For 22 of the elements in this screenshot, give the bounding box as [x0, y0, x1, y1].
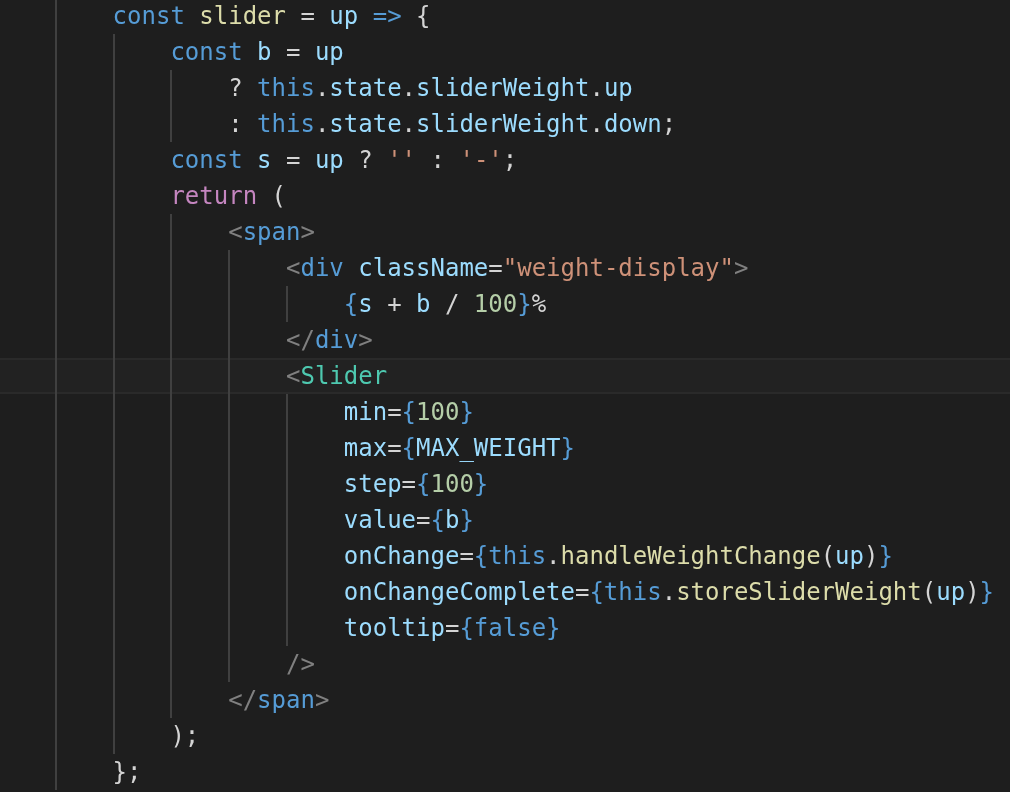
- code-line: <Slider: [286, 361, 388, 392]
- code-line: step={100}: [343, 469, 489, 500]
- code-line: return (: [170, 181, 286, 212]
- code-line: <div className="weight-display">: [286, 253, 749, 284]
- code-line: );: [170, 721, 200, 752]
- code-line: <span>: [228, 217, 315, 248]
- code-line: </span>: [228, 685, 330, 716]
- code-line: onChange={this.handleWeightChange(up)}: [343, 541, 893, 572]
- code-line: </div>: [286, 325, 373, 356]
- code-line: ? this.state.sliderWeight.up: [228, 73, 633, 104]
- code-line: const s = up ? '' : '-';: [170, 145, 518, 176]
- code-line: const b = up: [170, 37, 344, 68]
- code-line: : this.state.sliderWeight.down;: [228, 109, 677, 140]
- code-line: value={b}: [343, 505, 474, 536]
- code-line: min={100}: [343, 397, 474, 428]
- code-line: };: [112, 757, 142, 788]
- code-line: const slider = up => {: [112, 1, 431, 32]
- code-line: {s + b / 100}%: [343, 289, 547, 320]
- code-line: max={MAX_WEIGHT}: [343, 433, 575, 464]
- code-line: onChangeComplete={this.storeSliderWeight(up)}: [343, 577, 995, 608]
- code-line: />: [286, 649, 315, 680]
- code-line: tooltip={false}: [343, 613, 561, 644]
